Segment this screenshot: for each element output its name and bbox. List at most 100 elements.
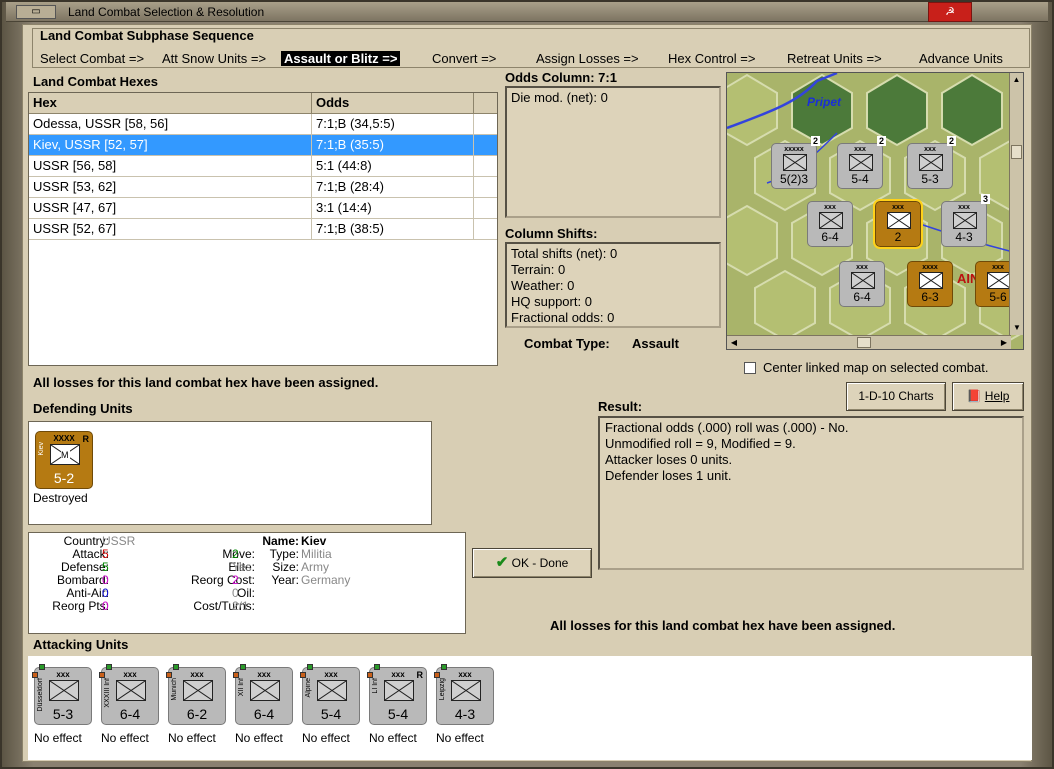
result-heading: Result:: [598, 399, 643, 414]
odds-cell: 7:1;B (28:4): [312, 177, 474, 197]
unit-type-icon: [783, 154, 807, 171]
center-map-checkbox[interactable]: [744, 362, 756, 374]
unit-type-icon: [987, 272, 1011, 289]
stack-count: 3: [980, 194, 990, 204]
defending-heading: Defending Units: [33, 401, 133, 416]
shift-hq: HQ support: 0: [511, 294, 592, 309]
unit-name: Kiev: [38, 442, 45, 456]
year-label: Year:: [271, 573, 299, 587]
charts-button[interactable]: 1-D-10 Charts: [846, 382, 946, 411]
hex-cell: USSR [56, 58]: [29, 156, 312, 176]
hex-cell: Kiev, USSR [52, 57]: [29, 135, 312, 155]
unit-status: Destroyed: [33, 491, 88, 505]
odds-cell: 7:1;B (35:5): [312, 135, 474, 155]
attacking-unit[interactable]: xxx XII Inf 6-4 No effect: [233, 664, 293, 745]
unit-status: No effect: [302, 731, 350, 745]
infantry-icon: [183, 680, 213, 701]
help-book-icon: 📕: [966, 389, 982, 403]
odds-cell: 7:1;B (34,5:5): [312, 114, 474, 134]
map-unit-counter[interactable]: xxxx 6-3: [907, 261, 953, 307]
combat-type-value: Assault: [632, 336, 679, 351]
stack-count: 2: [810, 136, 820, 146]
map-hscrollbar[interactable]: ◀ ▶: [727, 335, 1011, 349]
shift-total: Total shifts (net): 0: [511, 246, 618, 261]
unit-status: No effect: [34, 731, 82, 745]
linked-map[interactable]: Pripet AIN xxxxx 5(2)3 2 xxx 5-4 2 xxx 5-3 2 xxx 6…: [726, 72, 1024, 350]
table-row[interactable]: USSR [56, 58] 5:1 (44:8): [29, 156, 497, 177]
col-odds-header[interactable]: Odds: [312, 93, 474, 113]
attacking-unit[interactable]: xxx Munich 6-2 No effect: [166, 664, 226, 745]
hex-cell: USSR [53, 62]: [29, 177, 312, 197]
attacking-unit[interactable]: xxx Düsseldorf 5-3 No effect: [32, 664, 92, 745]
shift-terrain: Terrain: 0: [511, 262, 566, 277]
scroll-up-icon[interactable]: ▲: [1010, 73, 1023, 87]
unit-value: 5-2: [53, 470, 75, 486]
unit-type-icon: [919, 272, 943, 289]
shifts-heading: Column Shifts:: [505, 226, 598, 241]
table-row[interactable]: USSR [47, 67] 3:1 (14:4): [29, 198, 497, 219]
unit-type-icon: [887, 212, 911, 229]
seq-step-assault-blitz: Assault or Blitz =>: [281, 51, 401, 66]
unit-value: 5-3: [921, 172, 939, 186]
defending-unit[interactable]: XXXX R Kiev M 5-2 Destroyed: [33, 431, 93, 505]
odds-box: Die mod. (net): 0: [505, 86, 721, 218]
year-value: Germany: [301, 573, 351, 587]
table-row[interactable]: USSR [53, 62] 7:1;B (28:4): [29, 177, 497, 198]
map-unit-counter[interactable]: xxxxx 5(2)3 2: [771, 136, 820, 189]
svg-text:M: M: [61, 450, 69, 460]
unit-value: 6-2: [186, 706, 208, 722]
reorg-pts-label: Reorg Pts:: [52, 599, 109, 613]
reorg-pts-value: 0: [102, 599, 109, 613]
infantry-icon: [451, 680, 481, 701]
table-row[interactable]: Kiev, USSR [52, 57] 7:1;B (35:5): [29, 135, 497, 156]
unit-value: 5-4: [851, 172, 869, 186]
scroll-left-icon[interactable]: ◀: [727, 336, 741, 349]
title-bar[interactable]: ▭ Land Combat Selection & Resolution ☭: [6, 2, 1048, 22]
result-line-4: Defender loses 1 unit.: [605, 468, 732, 483]
map-unit-counter[interactable]: xxx 4-3 3: [941, 194, 990, 247]
table-header: Hex Odds: [29, 93, 497, 114]
close-icon[interactable]: ☭: [928, 2, 972, 22]
map-vscrollbar[interactable]: ▲ ▼: [1009, 73, 1023, 335]
combat-type-label: Combat Type:: [524, 336, 610, 351]
table-row[interactable]: Odessa, USSR [58, 56] 7:1;B (34,5:5): [29, 114, 497, 135]
map-unit-counter[interactable]: xxx 6-4: [839, 261, 885, 307]
attacking-unit[interactable]: xxx XXXIII Inf 6-4 No effect: [99, 664, 159, 745]
map-unit-counter[interactable]: xxx 2: [873, 199, 923, 249]
map-unit-counter[interactable]: xxx 5-3 2: [907, 136, 956, 189]
table-row[interactable]: USSR [52, 67] 7:1;B (38:5): [29, 219, 497, 240]
unit-name: LI Inf: [372, 678, 379, 694]
hex-cell: USSR [52, 67]: [29, 219, 312, 239]
vscroll-thumb[interactable]: [1011, 145, 1022, 159]
unit-name: XII Inf: [238, 678, 245, 697]
scroll-right-icon[interactable]: ▶: [997, 336, 1011, 349]
unit-size: xxx: [924, 146, 936, 153]
unit-size: xxx: [892, 204, 904, 211]
help-button[interactable]: 📕 Help: [952, 382, 1024, 411]
militia-icon: M: [50, 444, 80, 465]
attacking-unit[interactable]: xxx Leipzig 4-3 No effect: [434, 664, 494, 745]
unit-value: 4-3: [955, 230, 973, 244]
hscroll-thumb[interactable]: [857, 337, 871, 348]
unit-size: xxxxx: [784, 146, 804, 153]
losses-message-bottom: All losses for this land combat hex have…: [550, 618, 896, 633]
unit-value: 6-4: [853, 290, 871, 304]
seq-step-hex-control: Hex Control =>: [668, 51, 756, 66]
result-box: Fractional odds (.000) roll was (.000) -…: [598, 416, 1024, 570]
odds-cell: 7:1;B (38:5): [312, 219, 474, 239]
infantry-icon: [384, 680, 414, 701]
attacking-unit[interactable]: xxx R LI Inf 5-4 No effect: [367, 664, 427, 745]
cost-turns-value: 2/1: [232, 599, 249, 613]
unit-value: 2: [894, 230, 902, 244]
scroll-down-icon[interactable]: ▼: [1010, 321, 1023, 335]
attacking-unit[interactable]: xxx Alpine 5-4 No effect: [300, 664, 360, 745]
unit-type-icon: [849, 154, 873, 171]
hexes-heading: Land Combat Hexes: [33, 74, 158, 89]
map-unit-counter[interactable]: xxx 5-4 2: [837, 136, 886, 189]
seq-step-select-combat: Select Combat =>: [40, 51, 145, 66]
window-menu-icon[interactable]: ▭: [16, 5, 56, 19]
ok-done-button[interactable]: ✔ OK - Done: [472, 548, 592, 578]
shift-weather: Weather: 0: [511, 278, 575, 293]
col-hex-header[interactable]: Hex: [29, 93, 312, 113]
map-unit-counter[interactable]: xxx 6-4: [807, 201, 853, 247]
